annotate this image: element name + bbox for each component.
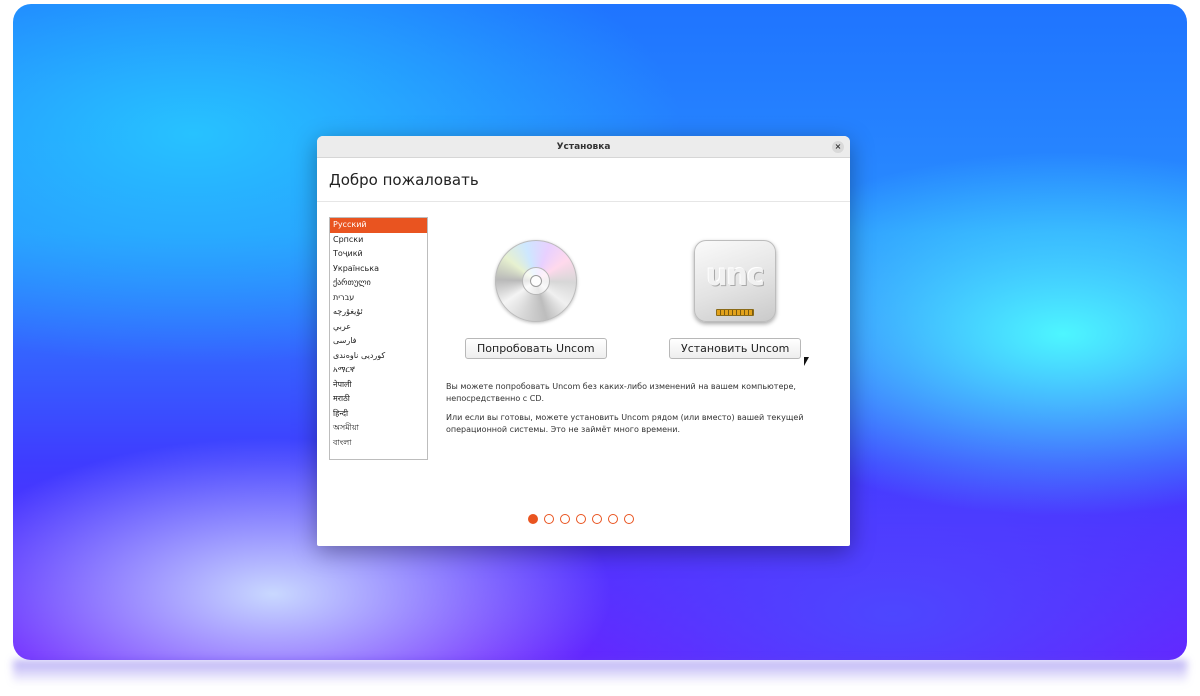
install-description: Или если вы готовы, можете установить Un… bbox=[446, 413, 804, 434]
page-title: Добро пожаловать bbox=[329, 170, 479, 189]
language-item[interactable]: অসমীয়া bbox=[330, 421, 427, 436]
language-item[interactable]: Українська bbox=[330, 262, 427, 277]
page-header: Добро пожаловать bbox=[317, 158, 850, 202]
step-dot bbox=[592, 514, 602, 524]
try-description: Вы можете попробовать Uncom без каких-ли… bbox=[446, 382, 796, 403]
frame-shadow bbox=[13, 660, 1187, 684]
language-list[interactable]: Русский Српски Тоҷикӣ Українська ქართული עברי… bbox=[329, 217, 428, 460]
language-item[interactable]: हिन्दी bbox=[330, 407, 427, 422]
language-item[interactable]: नेपाली bbox=[330, 378, 427, 393]
language-item[interactable]: বাংলা bbox=[330, 436, 427, 451]
language-item[interactable]: Српски bbox=[330, 233, 427, 248]
window-titlebar[interactable]: Установка × bbox=[317, 136, 850, 158]
language-item[interactable]: Русский bbox=[330, 218, 427, 233]
language-item[interactable]: فارسی bbox=[330, 334, 427, 349]
step-indicator bbox=[528, 514, 634, 524]
language-item[interactable]: ئۇيغۇرچە bbox=[330, 305, 427, 320]
drive-connector bbox=[716, 309, 755, 316]
step-dot bbox=[608, 514, 618, 524]
close-button[interactable]: × bbox=[832, 141, 844, 153]
step-dot bbox=[528, 514, 538, 524]
install-option: unc Установить Uncom bbox=[669, 240, 802, 359]
cd-disc-icon bbox=[494, 240, 577, 322]
try-uncom-button[interactable]: Попробовать Uncom bbox=[465, 338, 607, 359]
close-icon: × bbox=[834, 142, 842, 151]
language-item[interactable]: मराठी bbox=[330, 392, 427, 407]
language-item[interactable]: عربي bbox=[330, 320, 427, 335]
step-dot bbox=[560, 514, 570, 524]
try-option: Попробовать Uncom bbox=[465, 240, 607, 359]
uncom-drive-icon: unc bbox=[694, 240, 777, 322]
window-title: Установка bbox=[556, 142, 611, 152]
language-item[interactable]: Тоҷикӣ bbox=[330, 247, 427, 262]
language-item[interactable]: کوردیی ناوەندی bbox=[330, 349, 427, 364]
cd-hole bbox=[529, 275, 542, 287]
installer-window: Установка × Добро пожаловать Русский Српс… bbox=[317, 136, 850, 546]
language-item[interactable]: עברית bbox=[330, 291, 427, 306]
step-dot bbox=[544, 514, 554, 524]
language-item[interactable]: አማርኛ bbox=[330, 363, 427, 378]
mouse-cursor-icon bbox=[804, 357, 809, 366]
step-dot bbox=[624, 514, 634, 524]
install-uncom-button[interactable]: Установить Uncom bbox=[669, 338, 802, 359]
uncom-logo: unc bbox=[706, 258, 765, 293]
language-item[interactable]: ქართული bbox=[330, 276, 427, 291]
step-dot bbox=[576, 514, 586, 524]
